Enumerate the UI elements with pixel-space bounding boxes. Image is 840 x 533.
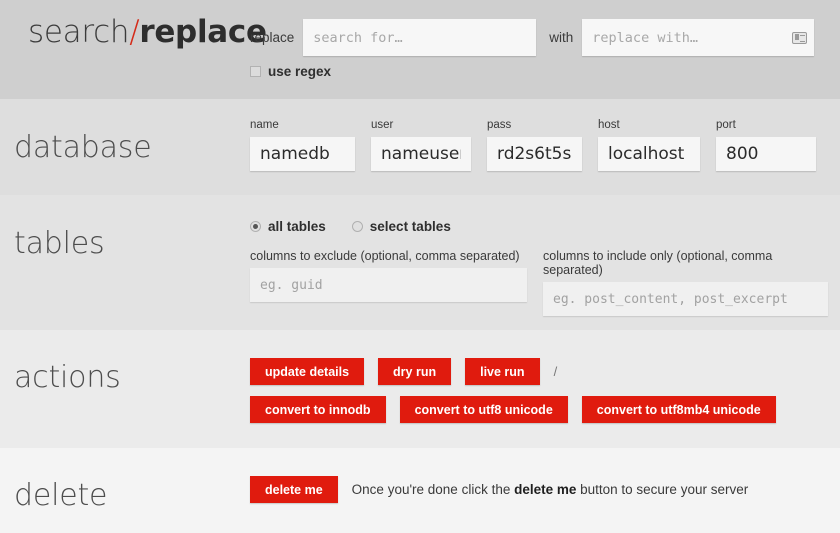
delete-me-button[interactable]: delete me [250,476,338,503]
database-heading: database [0,119,250,177]
update-details-button[interactable]: update details [250,358,364,385]
radio-select-tables[interactable]: select tables [352,219,451,234]
brand-title: search/replace [14,10,250,54]
actions-separator: / [554,364,558,379]
replace-label: replace [250,30,294,45]
columns-exclude-input[interactable] [250,268,527,302]
app-logo: search/replace [0,10,250,54]
db-host-input[interactable] [598,137,700,171]
replace-with-wrapper [582,19,814,56]
db-field-pass: pass [487,119,582,171]
delete-note: Once you're done click the delete me but… [352,482,749,497]
actions-row-convert: convert to innodb convert to utf8 unicod… [250,396,840,423]
db-pass-label: pass [487,119,582,132]
app-root: search/replace replace with use regex da… [0,0,840,533]
convert-to-utf8mb4-button[interactable]: convert to utf8mb4 unicode [582,396,776,423]
search-replace-body: replace with use regex [250,10,840,79]
brand-slash: / [129,14,139,50]
address-card-icon[interactable] [792,32,807,44]
db-host-label: host [598,119,700,132]
radio-select-tables-label: select tables [370,219,451,234]
actions-row-primary: update details dry run live run / [250,358,840,385]
brand-part-one: search [28,14,129,50]
database-body: name user pass host port [250,119,840,171]
use-regex-label: use regex [268,64,331,79]
actions-heading: actions [0,358,250,398]
db-field-user: user [371,119,471,171]
db-port-input[interactable] [716,137,816,171]
radio-select-tables-control[interactable] [352,221,363,232]
tables-radio-group: all tables select tables [250,217,840,235]
radio-all-tables-control[interactable] [250,221,261,232]
columns-include-block: columns to include only (optional, comma… [543,249,828,316]
database-field-row: name user pass host port [250,119,840,171]
delete-row: delete me Once you're done click the del… [250,476,840,503]
radio-all-tables[interactable]: all tables [250,219,326,234]
columns-exclude-label: columns to exclude (optional, comma sepa… [250,249,527,263]
columns-include-input[interactable] [543,282,828,316]
delete-heading: delete [0,476,250,516]
db-name-label: name [250,119,355,132]
replace-field-row: replace with [250,19,840,56]
delete-body: delete me Once you're done click the del… [250,476,840,503]
section-actions: actions update details dry run live run … [0,330,840,448]
section-search-replace: search/replace replace with use regex [0,0,840,99]
dry-run-button[interactable]: dry run [378,358,451,385]
section-tables: tables all tables select tables columns … [0,195,840,330]
db-field-name: name [250,119,355,171]
delete-note-before: Once you're done click the [352,482,514,497]
tables-body: all tables select tables columns to excl… [250,217,840,316]
replace-with-input[interactable] [582,19,814,56]
section-delete: delete delete me Once you're done click … [0,448,840,533]
db-name-input[interactable] [250,137,355,171]
convert-to-utf8-button[interactable]: convert to utf8 unicode [400,396,568,423]
db-user-label: user [371,119,471,132]
db-field-port: port [716,119,816,171]
actions-body: update details dry run live run / conver… [250,358,840,423]
convert-to-innodb-button[interactable]: convert to innodb [250,396,386,423]
db-pass-input[interactable] [487,137,582,171]
db-user-input[interactable] [371,137,471,171]
live-run-button[interactable]: live run [465,358,539,385]
delete-note-after: button to secure your server [576,482,748,497]
columns-exclude-block: columns to exclude (optional, comma sepa… [250,249,527,316]
use-regex-checkbox[interactable] [250,66,261,77]
delete-note-strong: delete me [514,482,576,497]
use-regex-row[interactable]: use regex [250,64,840,79]
radio-all-tables-label: all tables [268,219,326,234]
columns-row: columns to exclude (optional, comma sepa… [250,249,840,316]
columns-include-label: columns to include only (optional, comma… [543,249,828,277]
section-database: database name user pass host [0,99,840,195]
tables-heading: tables [0,217,250,271]
db-port-label: port [716,119,816,132]
brand-part-two: replace [139,14,266,50]
with-label: with [549,30,573,45]
search-for-input[interactable] [303,19,536,56]
db-field-host: host [598,119,700,171]
